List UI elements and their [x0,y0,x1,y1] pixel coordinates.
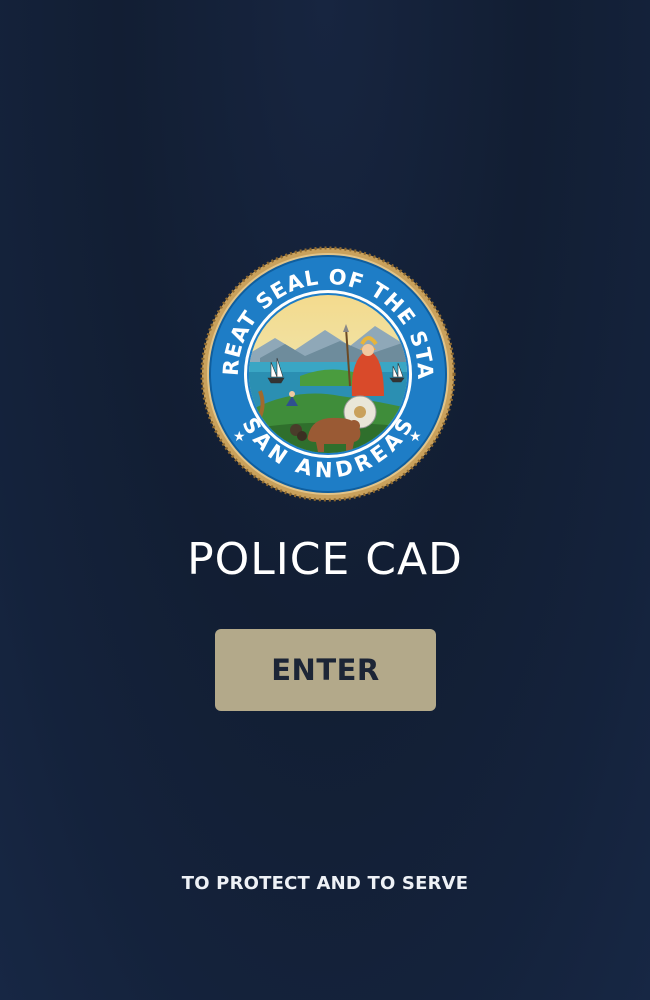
page-title: POLICE CAD [187,534,463,585]
motto-text: TO PROTECT AND TO SERVE [181,873,469,894]
state-seal-logo: THE GREAT SEAL OF THE STATE OF [200,246,456,502]
enter-button[interactable]: ENTER [215,629,436,711]
landing-screen: THE GREAT SEAL OF THE STATE OF [0,0,650,1000]
